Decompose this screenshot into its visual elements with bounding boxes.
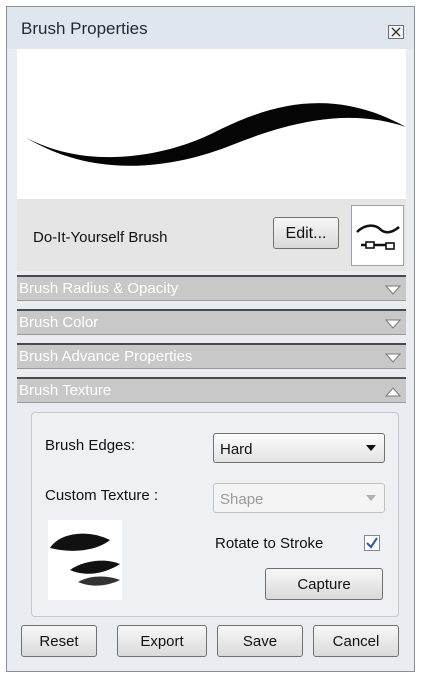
- collapse-arrow-icon: [384, 387, 402, 397]
- close-button[interactable]: [388, 25, 404, 39]
- brush-edges-value: Hard: [220, 441, 253, 458]
- brush-stroke-image: [25, 103, 406, 166]
- section-label: Brush Radius & Opacity: [19, 280, 179, 297]
- expand-arrow-icon: [384, 285, 402, 295]
- section-brush-radius-opacity[interactable]: Brush Radius & Opacity: [17, 275, 406, 301]
- section-brush-texture[interactable]: Brush Texture: [17, 377, 406, 403]
- section-label: Brush Color: [19, 314, 99, 331]
- expand-arrow-icon: [384, 353, 402, 363]
- rotate-to-stroke-checkbox[interactable]: [364, 535, 380, 551]
- brush-name: Do-It-Yourself Brush: [33, 229, 168, 246]
- brush-edges-dropdown[interactable]: Hard: [213, 433, 385, 463]
- custom-texture-thumbnail: [48, 520, 122, 600]
- cancel-button[interactable]: Cancel: [313, 625, 399, 657]
- reset-button[interactable]: Reset: [21, 625, 97, 657]
- rotate-to-stroke-label: Rotate to Stroke: [215, 535, 324, 552]
- section-brush-color[interactable]: Brush Color: [17, 309, 406, 335]
- expand-arrow-icon: [384, 319, 402, 329]
- window-title: Brush Properties: [21, 19, 148, 38]
- brush-texture-panel: Brush Edges: Hard Custom Texture : Shape…: [31, 412, 399, 617]
- brush-preset-button[interactable]: [351, 205, 404, 266]
- save-button[interactable]: Save: [217, 625, 303, 657]
- chevron-down-icon: [366, 445, 376, 451]
- brush-selector-bar: Do-It-Yourself Brush Edit...: [17, 199, 406, 271]
- texture-shape-image: [50, 533, 120, 586]
- section-brush-advance-properties[interactable]: Brush Advance Properties: [17, 343, 406, 369]
- close-icon: [391, 27, 401, 37]
- brush-stroke-preview: [17, 49, 406, 199]
- capture-button[interactable]: Capture: [265, 568, 383, 600]
- custom-texture-dropdown[interactable]: Shape: [213, 483, 385, 513]
- section-label: Brush Advance Properties: [19, 348, 193, 365]
- title-bar: Brush Properties: [7, 7, 414, 49]
- section-label: Brush Texture: [19, 382, 112, 399]
- brush-edges-label: Brush Edges:: [45, 437, 136, 454]
- export-button[interactable]: Export: [117, 625, 207, 657]
- checkmark-icon: [366, 537, 378, 549]
- chevron-down-icon: [366, 495, 376, 501]
- edit-brush-button[interactable]: Edit...: [273, 217, 339, 249]
- brush-properties-window: Brush Properties Do-It-Yourself Brush Ed…: [6, 6, 415, 672]
- custom-texture-value: Shape: [220, 491, 264, 508]
- custom-texture-label: Custom Texture :: [45, 487, 159, 504]
- brush-stroke-icon: [356, 224, 400, 250]
